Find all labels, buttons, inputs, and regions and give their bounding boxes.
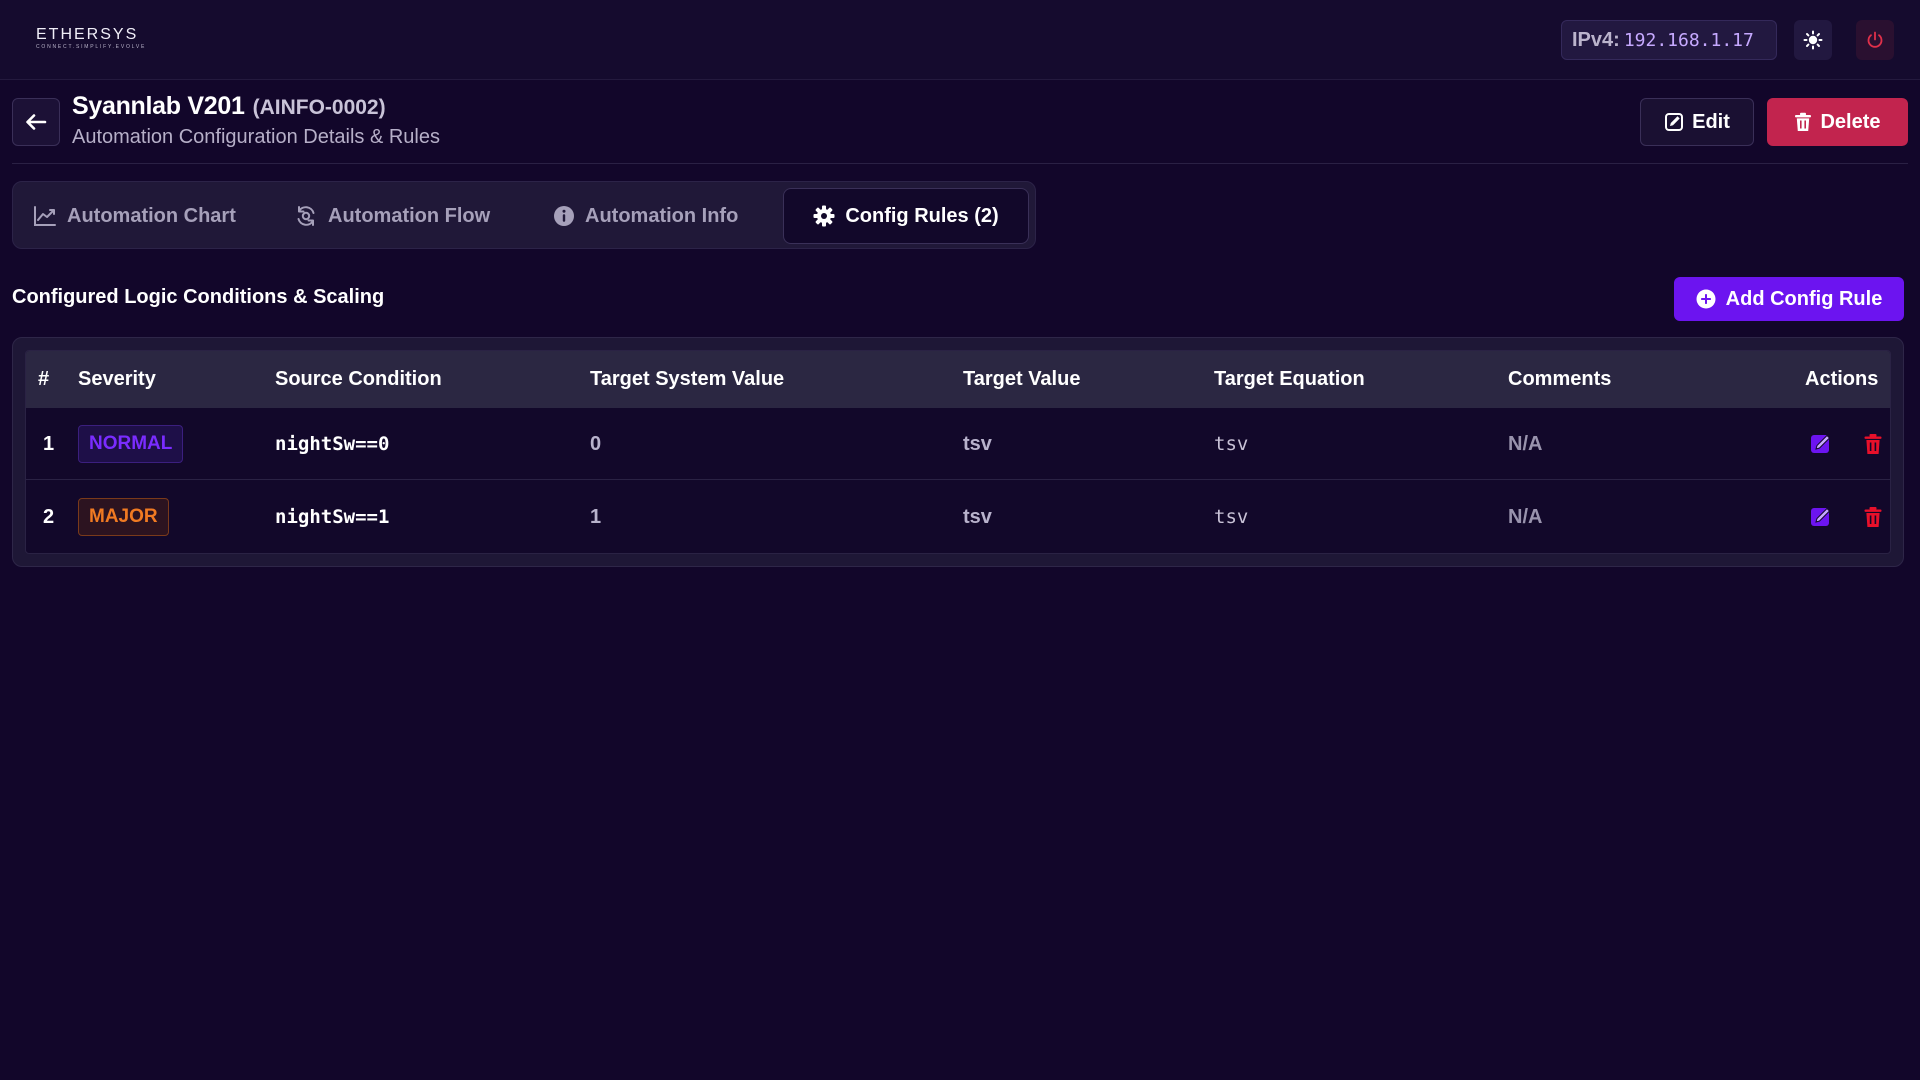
trash-icon	[1795, 112, 1812, 131]
table-row: 1 NORMAL nightSw==0 0 tsv tsv N/A	[26, 408, 1890, 480]
target-system-value-cell: 1	[590, 505, 602, 528]
source-condition-cell: nightSw==0	[275, 433, 390, 455]
tab-label: Automation Chart	[67, 204, 236, 227]
gear-icon	[813, 205, 835, 227]
ip-address-display: IPv4: 192.168.1.17	[1561, 20, 1777, 60]
arrow-left-icon	[26, 114, 47, 130]
delete-rule-button[interactable]	[1860, 431, 1886, 457]
comments-cell: N/A	[1508, 505, 1543, 528]
row-number: 2	[43, 505, 55, 528]
target-system-value-cell: 0	[590, 432, 602, 455]
logo-text: ETHERSYS	[36, 26, 139, 43]
tab-automation-flow[interactable]: Automation Flow	[294, 188, 524, 244]
trash-icon	[1864, 434, 1882, 454]
target-value-cell: tsv	[963, 432, 992, 455]
tab-automation-info[interactable]: Automation Info	[553, 188, 753, 244]
edit-icon	[1665, 113, 1684, 131]
logo-tagline: CONNECT.SIMPLIFY.EVOLVE	[36, 44, 147, 50]
config-rules-table-card: # Severity Source Condition Target Syste…	[12, 337, 1904, 567]
plus-circle-icon	[1696, 289, 1716, 309]
logout-button[interactable]	[1856, 20, 1894, 60]
edit-rule-button[interactable]	[1808, 504, 1834, 530]
tab-label: Automation Info	[585, 204, 739, 227]
header-divider	[12, 163, 1908, 164]
column-header-target-value: Target Value	[963, 368, 1081, 390]
ip-label: IPv4:	[1572, 28, 1620, 51]
source-condition-cell: nightSw==1	[275, 506, 390, 528]
page-subtitle: Automation Configuration Details & Rules	[72, 126, 440, 148]
severity-cell: MAJOR	[78, 481, 169, 553]
table-header: # Severity Source Condition Target Syste…	[26, 351, 1890, 408]
add-config-rule-button[interactable]: Add Config Rule	[1674, 277, 1904, 321]
add-config-rule-label: Add Config Rule	[1725, 287, 1883, 310]
column-header-target-system-value: Target System Value	[590, 368, 785, 390]
table-row: 2 MAJOR nightSw==1 1 tsv tsv N/A	[26, 481, 1890, 553]
ethersys-logo[interactable]: ETHERSYS CONNECT.SIMPLIFY.EVOLVE	[36, 27, 146, 53]
target-equation-cell: tsv	[1214, 506, 1249, 528]
tab-label: Automation Flow	[328, 204, 491, 227]
severity-badge: NORMAL	[78, 425, 184, 463]
sun-icon	[1803, 30, 1823, 50]
column-header-target-equation: Target Equation	[1214, 368, 1365, 390]
automation-code: (AINFO-0002)	[252, 96, 386, 119]
ip-value: 192.168.1.17	[1623, 29, 1754, 51]
delete-label: Delete	[1820, 110, 1881, 133]
edit-icon	[1811, 434, 1831, 453]
edit-button[interactable]: Edit	[1640, 98, 1754, 146]
tab-bar: Automation Chart Automation Flow Automat…	[12, 181, 1036, 249]
delete-rule-button[interactable]	[1860, 504, 1886, 530]
page-title: Syannlab V201	[72, 92, 245, 120]
target-value-cell: tsv	[963, 505, 992, 528]
column-header-severity: Severity	[78, 368, 156, 390]
top-bar: ETHERSYS CONNECT.SIMPLIFY.EVOLVE IPv4: 1…	[0, 0, 1920, 80]
info-icon	[554, 206, 574, 226]
column-header-source-condition: Source Condition	[275, 368, 442, 390]
edit-label: Edit	[1692, 110, 1730, 133]
edit-rule-button[interactable]	[1808, 431, 1834, 457]
back-button[interactable]	[12, 98, 60, 146]
severity-cell: NORMAL	[78, 408, 184, 480]
page-title-row: Syannlab V201 (AINFO-0002)	[72, 92, 386, 121]
target-equation-cell: tsv	[1214, 433, 1249, 455]
row-number: 1	[43, 432, 55, 455]
tab-label: Config Rules (2)	[845, 204, 999, 227]
flow-sync-icon	[297, 206, 315, 226]
chart-line-icon	[34, 206, 56, 226]
edit-icon	[1811, 507, 1831, 526]
column-header-actions: Actions	[1805, 368, 1879, 390]
column-header-number: #	[38, 368, 50, 390]
config-rules-table: # Severity Source Condition Target Syste…	[25, 350, 1891, 554]
severity-badge: MAJOR	[78, 498, 169, 536]
section-title: Configured Logic Conditions & Scaling	[12, 286, 385, 308]
delete-button[interactable]: Delete	[1767, 98, 1908, 146]
theme-toggle-button[interactable]	[1794, 20, 1832, 60]
trash-icon	[1864, 507, 1882, 527]
power-icon	[1867, 31, 1883, 48]
comments-cell: N/A	[1508, 432, 1543, 455]
tab-automation-chart[interactable]: Automation Chart	[33, 188, 263, 244]
tab-config-rules[interactable]: Config Rules (2)	[783, 188, 1029, 244]
column-header-comments: Comments	[1508, 368, 1612, 390]
